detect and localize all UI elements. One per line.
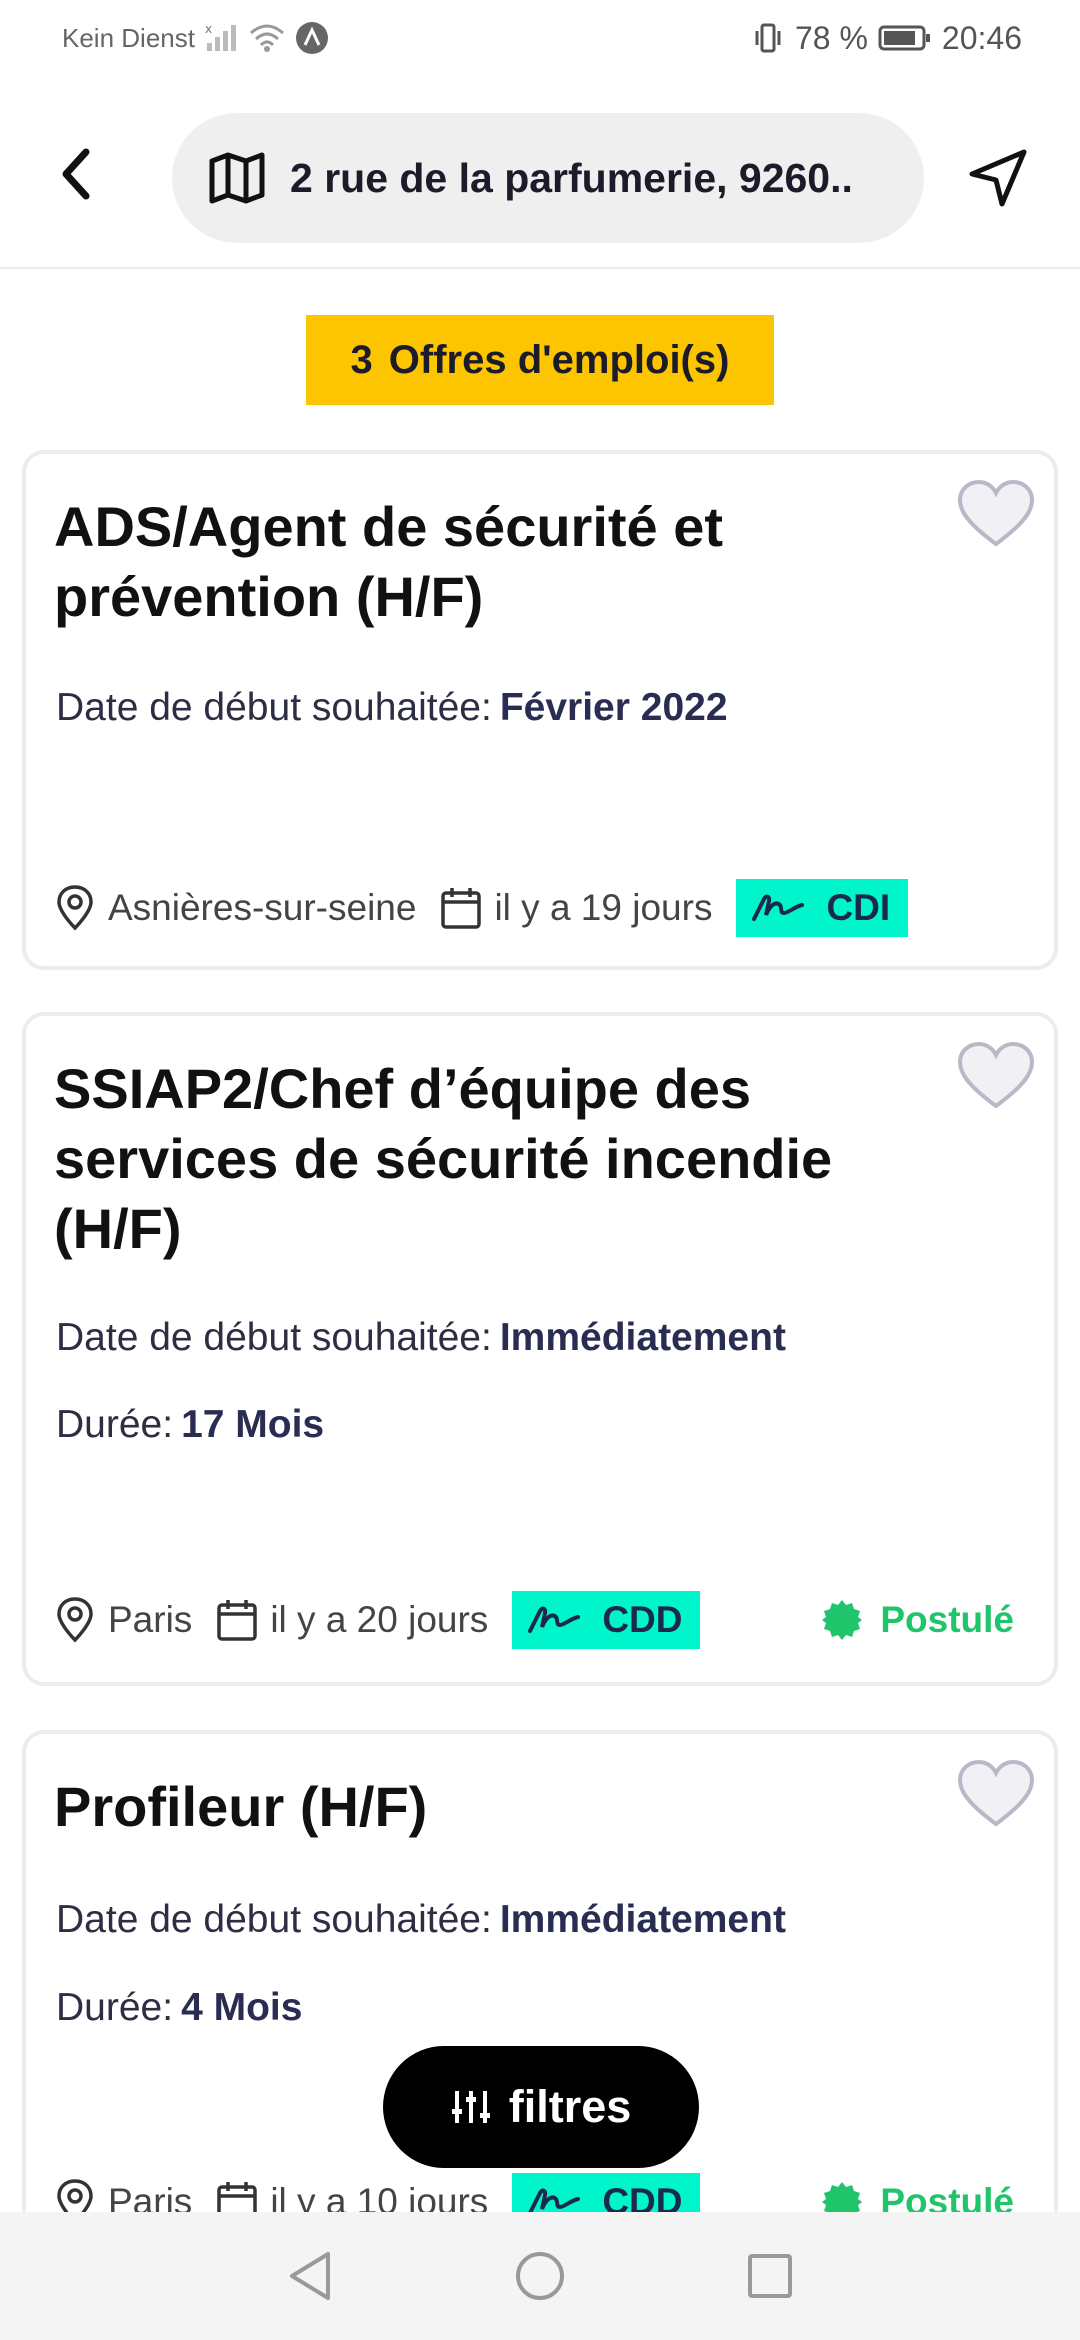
filter-label: filtres bbox=[508, 2081, 632, 2132]
location-text: Asnières-sur-seine bbox=[108, 887, 417, 928]
heart-icon bbox=[957, 1041, 1035, 1109]
job-card[interactable]: Profileur (H/F) Date de début souhaitée:… bbox=[22, 1730, 1058, 2290]
calendar-icon bbox=[441, 888, 482, 929]
duration-label: Durée: bbox=[56, 1403, 174, 1446]
results-label: Offres d'emploi(s) bbox=[388, 337, 730, 382]
start-date-value: Immédiatement bbox=[499, 1898, 786, 1941]
location-pin-icon bbox=[57, 1597, 93, 1643]
heart-icon bbox=[957, 1759, 1035, 1827]
location: Asnières-sur-seine bbox=[54, 884, 416, 932]
battery-icon bbox=[878, 24, 932, 52]
job-meta-row: Paris il y a 20 jours CDD bbox=[54, 1590, 701, 1650]
start-date-line: Date de début souhaitée: Février 2022 bbox=[56, 686, 728, 730]
nav-home-button[interactable] bbox=[510, 2246, 570, 2306]
status-right: 78 % 20:46 bbox=[751, 20, 1022, 57]
duration-label: Durée: bbox=[56, 1986, 174, 2029]
filter-button[interactable]: filtres bbox=[383, 2046, 699, 2168]
nav-recents-button[interactable] bbox=[740, 2246, 800, 2306]
duration-line: Durée: 4 Mois bbox=[56, 1986, 302, 2030]
duration-value: 17 Mois bbox=[181, 1403, 325, 1446]
address-search-field[interactable]: 2 rue de la parfumerie, 9260.. bbox=[172, 113, 924, 243]
contract-badge: CDD bbox=[512, 1591, 701, 1649]
wifi-icon bbox=[249, 23, 285, 53]
duration-value: 4 Mois bbox=[181, 1986, 303, 2029]
job-title: SSIAP2/Chef d’équipe des services de séc… bbox=[54, 1057, 833, 1260]
job-title: Profileur (H/F) bbox=[54, 1775, 428, 1838]
sliders-icon bbox=[451, 2091, 490, 2123]
start-date-value: Immédiatement bbox=[499, 1316, 786, 1359]
posted-date: il y a 19 jours bbox=[440, 886, 712, 930]
back-button[interactable] bbox=[40, 138, 112, 210]
carrier-text: Kein Dienst bbox=[62, 22, 195, 53]
clock: 20:46 bbox=[941, 19, 1022, 56]
contract-type: CDD bbox=[602, 1599, 683, 1640]
header-divider bbox=[0, 267, 1080, 269]
map-icon bbox=[208, 149, 266, 207]
job-card[interactable]: ADS/Agent de sécurité et prévention (H/F… bbox=[22, 450, 1058, 970]
calendar-icon bbox=[217, 1600, 258, 1641]
navigation-arrow-icon bbox=[969, 149, 1027, 207]
applied-text: Postulé bbox=[880, 1599, 1014, 1640]
back-arrow-icon bbox=[62, 148, 90, 200]
start-date-label: Date de début souhaitée: bbox=[56, 1898, 492, 1941]
start-date-label: Date de début souhaitée: bbox=[56, 686, 492, 729]
start-date-line: Date de début souhaitée: Immédiatement bbox=[56, 1898, 786, 1942]
location-text: Paris bbox=[108, 1599, 193, 1640]
contract-badge: CDI bbox=[736, 879, 909, 937]
badge-check-icon bbox=[822, 1600, 863, 1640]
signature-icon bbox=[528, 1606, 581, 1633]
favorite-button[interactable] bbox=[956, 1758, 1036, 1830]
system-navigation-bar bbox=[0, 2212, 1080, 2340]
circle-home-icon bbox=[516, 2252, 564, 2300]
nav-back-button[interactable] bbox=[280, 2246, 340, 2306]
locate-me-button[interactable] bbox=[958, 138, 1038, 218]
signature-icon bbox=[752, 894, 805, 921]
address-text: 2 rue de la parfumerie, 9260.. bbox=[290, 154, 853, 201]
status-left: Kein Dienst x bbox=[62, 21, 329, 55]
job-meta-row: Asnières-sur-seine il y a 19 jours CDI bbox=[54, 878, 909, 938]
favorite-button[interactable] bbox=[956, 1040, 1036, 1112]
job-card[interactable]: SSIAP2/Chef d’équipe des services de séc… bbox=[22, 1012, 1058, 1686]
battery-percent: 78 % bbox=[794, 19, 868, 56]
triangle-back-icon bbox=[290, 2252, 330, 2300]
start-date-value: Février 2022 bbox=[499, 686, 728, 729]
signal-icon: x bbox=[205, 23, 239, 53]
location-pin-icon bbox=[57, 885, 93, 931]
results-count-badge: 3 Offres d'emploi(s) bbox=[306, 315, 774, 405]
posted-text: il y a 19 jours bbox=[494, 887, 713, 928]
applied-status: Postulé bbox=[820, 1598, 1014, 1642]
results-count: 3 bbox=[350, 337, 373, 382]
square-recents-icon bbox=[748, 2254, 792, 2298]
start-date-label: Date de début souhaitée: bbox=[56, 1316, 492, 1359]
posted-date: il y a 20 jours bbox=[216, 1598, 488, 1642]
status-bar: Kein Dienst x 78 % 20:46 bbox=[0, 0, 1080, 76]
svg-text:x: x bbox=[205, 23, 212, 36]
contract-type: CDI bbox=[826, 887, 891, 928]
location: Paris bbox=[54, 1596, 192, 1644]
vibrate-icon bbox=[751, 21, 785, 55]
heart-icon bbox=[957, 479, 1035, 547]
posted-text: il y a 20 jours bbox=[270, 1599, 489, 1640]
app-notification-icon bbox=[295, 21, 329, 55]
start-date-line: Date de début souhaitée: Immédiatement bbox=[56, 1316, 786, 1360]
top-bar: 2 rue de la parfumerie, 9260.. bbox=[0, 108, 1080, 244]
favorite-button[interactable] bbox=[956, 478, 1036, 550]
duration-line: Durée: 17 Mois bbox=[56, 1403, 324, 1447]
job-title: ADS/Agent de sécurité et prévention (H/F… bbox=[54, 495, 724, 628]
